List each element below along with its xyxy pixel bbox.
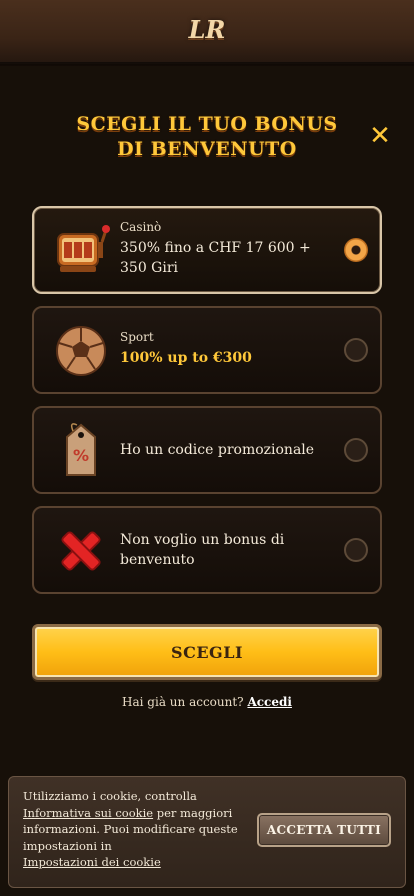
- option-value: 350% fino a CHF 17 600 + 350 Giri: [120, 240, 311, 276]
- top-header: LR: [0, 0, 414, 70]
- login-prompt: Hai già un account? Accedi: [0, 695, 414, 709]
- cookie-policy-link[interactable]: Informativa sui cookie: [23, 806, 153, 820]
- modal-title: SCEGLI IL TUO BONUS DI BENVENUTO: [40, 112, 374, 162]
- cookie-settings-link[interactable]: Impostazioni dei cookie: [23, 855, 161, 869]
- no-bonus-option-text: Non voglio un bonus di benvenuto: [120, 530, 330, 570]
- modal-title-line2: DI BENVENUTO: [117, 138, 297, 160]
- slot-machine-icon: [50, 220, 112, 282]
- promo-option-text: Ho un codice promozionale: [120, 440, 330, 460]
- bonus-option-sport[interactable]: Sport 100% up to €300: [32, 306, 382, 394]
- welcome-bonus-modal: SCEGLI IL TUO BONUS DI BENVENUTO ✕ Casin…: [0, 66, 414, 896]
- close-icon[interactable]: ✕: [366, 121, 394, 151]
- option-value: 100% up to €300: [120, 350, 252, 366]
- radio-sport[interactable]: [344, 338, 368, 362]
- choose-button[interactable]: SCEGLI: [32, 624, 382, 680]
- bonus-option-no-bonus[interactable]: Non voglio un bonus di benvenuto: [32, 506, 382, 594]
- option-value: Non voglio un bonus di benvenuto: [120, 532, 285, 568]
- cookie-banner: Utilizziamo i cookie, controlla Informat…: [8, 776, 406, 888]
- red-cross-icon: [50, 520, 112, 582]
- price-tag-icon: %: [50, 420, 112, 482]
- radio-casino[interactable]: [344, 238, 368, 262]
- radio-no-bonus[interactable]: [344, 538, 368, 562]
- bonus-option-casino[interactable]: Casinò 350% fino a CHF 17 600 + 350 Giri: [32, 206, 382, 294]
- option-label: Casinò: [120, 220, 162, 234]
- sport-option-text: Sport 100% up to €300: [120, 330, 330, 368]
- brand-logo[interactable]: LR: [186, 10, 228, 48]
- option-label: Sport: [120, 330, 154, 344]
- casino-option-text: Casinò 350% fino a CHF 17 600 + 350 Giri: [120, 220, 330, 278]
- svg-text:%: %: [73, 446, 89, 465]
- accept-all-button[interactable]: ACCETTA TUTTI: [257, 813, 391, 847]
- radio-promo-code[interactable]: [344, 438, 368, 462]
- option-value: Ho un codice promozionale: [120, 442, 315, 458]
- modal-title-line1: SCEGLI IL TUO BONUS: [76, 113, 338, 135]
- login-prompt-text: Hai già un account?: [122, 695, 244, 709]
- login-link[interactable]: Accedi: [247, 695, 292, 709]
- cookie-text-1: Utilizziamo i cookie, controlla: [23, 789, 197, 803]
- football-icon: [50, 320, 112, 382]
- cookie-text: Utilizziamo i cookie, controlla Informat…: [23, 788, 245, 871]
- bonus-option-promo-code[interactable]: % Ho un codice promozionale: [32, 406, 382, 494]
